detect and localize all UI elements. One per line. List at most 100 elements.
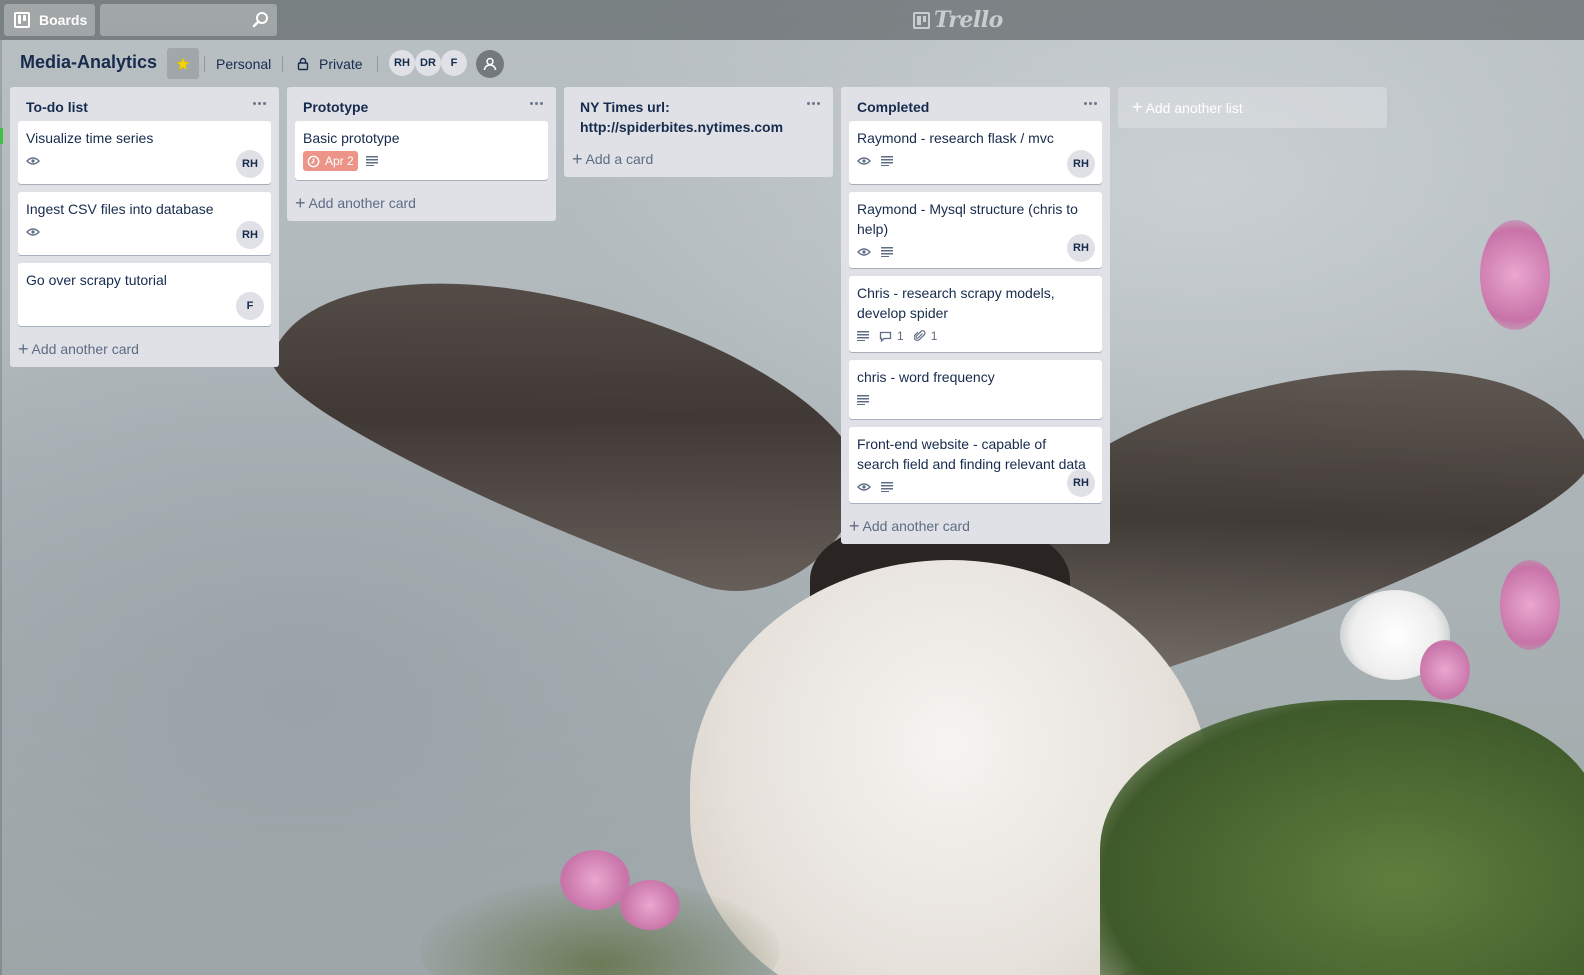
due-date-badge[interactable]: Apr 2 [303,151,358,171]
lock-icon [297,57,309,70]
background-flower [1480,220,1550,330]
plus-icon: + [1132,97,1143,117]
plus-icon: + [849,516,860,536]
card[interactable]: Go over scrapy tutorial F [18,263,271,326]
add-card-button[interactable]: + Add another card [841,511,1110,544]
list-title[interactable]: Prototype [303,99,368,115]
card[interactable]: Ingest CSV files into database RH [18,192,271,255]
card-member-avatar[interactable]: RH [1067,234,1095,262]
list-menu-icon[interactable] [249,93,269,113]
invite-member-button[interactable] [476,50,504,78]
list-prototype: Prototype Basic prototype Apr 2 + Add an [287,87,556,221]
plus-icon: + [295,193,306,213]
add-card-label: Add another card [862,518,970,534]
comments-badge: 1 [879,329,904,343]
add-list-button[interactable]: + Add another list [1118,87,1387,128]
search-box[interactable] [100,4,277,36]
list-title[interactable]: NY Times url: http://spiderbites.nytimes… [580,99,783,135]
add-card-label: Add a card [585,151,654,167]
card[interactable]: Visualize time series RH [18,121,271,184]
boards-icon [14,12,30,28]
add-card-label: Add another card [308,195,416,211]
add-list-label: Add another list [1145,99,1243,116]
boards-button[interactable]: Boards [4,4,95,36]
search-icon[interactable] [251,10,271,30]
list-header[interactable]: Completed [841,87,1110,121]
card-title: Chris - research scrapy models, develop … [857,285,1055,321]
background-flower [1500,560,1560,650]
visibility-button[interactable]: Private [297,48,363,79]
attachments-badge: 1 [913,329,938,343]
card-title: Raymond - research flask / mvc [857,130,1054,146]
watch-icon [857,247,871,257]
star-button[interactable] [167,48,199,79]
card-title: Raymond - Mysql structure (chris to help… [857,201,1078,237]
watch-icon [857,156,871,166]
card-member-avatar[interactable]: RH [236,150,264,178]
list-header[interactable]: Prototype [287,87,556,121]
list-menu-icon[interactable] [526,93,546,113]
card[interactable]: chris - word frequency [849,360,1102,419]
add-card-button[interactable]: + Add another card [10,334,279,367]
left-accent [0,128,3,144]
board-title[interactable]: Media-Analytics [20,52,157,73]
description-icon [881,247,893,257]
boards-label: Boards [39,12,88,28]
description-icon [881,482,893,492]
card[interactable]: Raymond - Mysql structure (chris to help… [849,192,1102,268]
card-member-avatar[interactable]: RH [1067,150,1095,178]
add-member-icon [483,57,497,71]
due-date-label: Apr 2 [325,154,354,168]
watch-icon [26,156,40,166]
card-member-avatar[interactable]: RH [236,221,264,249]
card-title: Visualize time series [26,130,154,146]
header-divider [377,56,378,72]
list-menu-icon[interactable] [803,93,823,113]
member-avatar[interactable]: F [441,50,467,76]
list-todo: To-do list Visualize time series RH Inge… [10,87,279,367]
plus-icon: + [572,149,583,169]
card[interactable]: Chris - research scrapy models, develop … [849,276,1102,352]
list-title[interactable]: Completed [857,99,929,115]
list-ny-times: NY Times url: http://spiderbites.nytimes… [564,87,833,177]
plus-icon: + [18,339,29,359]
card-member-avatar[interactable]: F [236,292,264,320]
card[interactable]: Raymond - research flask / mvc RH [849,121,1102,184]
visibility-label: Private [319,55,363,72]
card-title: Go over scrapy tutorial [26,272,167,288]
member-avatar[interactable]: RH [389,50,415,76]
description-icon [365,156,378,166]
team-button[interactable]: Personal [216,48,271,79]
board-header: Media-Analytics Personal Private RH DR F [0,44,1584,119]
trello-logo[interactable]: Trello [913,6,1003,34]
comment-count: 1 [897,329,904,343]
list-header[interactable]: To-do list [10,87,279,121]
add-card-button[interactable]: + Add a card [564,141,833,177]
header-divider [282,56,283,72]
list-menu-icon[interactable] [1080,93,1100,113]
card-title: chris - word frequency [857,369,995,385]
clock-icon [307,155,320,167]
add-card-button[interactable]: + Add another card [287,188,556,221]
card[interactable]: Basic prototype Apr 2 [295,121,548,180]
add-card-label: Add another card [31,341,139,357]
description-icon [881,156,893,166]
card[interactable]: Front-end website - capable of search fi… [849,427,1102,503]
search-input[interactable] [100,4,266,36]
background-flower [620,880,680,930]
list-header[interactable]: NY Times url: http://spiderbites.nytimes… [564,87,833,141]
member-avatar[interactable]: DR [415,50,441,76]
background-flower [1420,640,1470,700]
star-icon [176,56,190,70]
watch-icon [26,227,40,237]
header-divider [204,56,205,72]
left-edge [0,40,2,975]
list-title[interactable]: To-do list [26,99,88,115]
card-member-avatar[interactable]: RH [1067,469,1095,497]
logo-text: Trello [934,7,1003,33]
list-completed: Completed Raymond - research flask / mvc… [841,87,1110,544]
description-icon [857,395,869,405]
attachment-count: 1 [930,329,938,343]
top-header: Boards Trello [0,0,1584,40]
comment-icon [879,331,892,342]
